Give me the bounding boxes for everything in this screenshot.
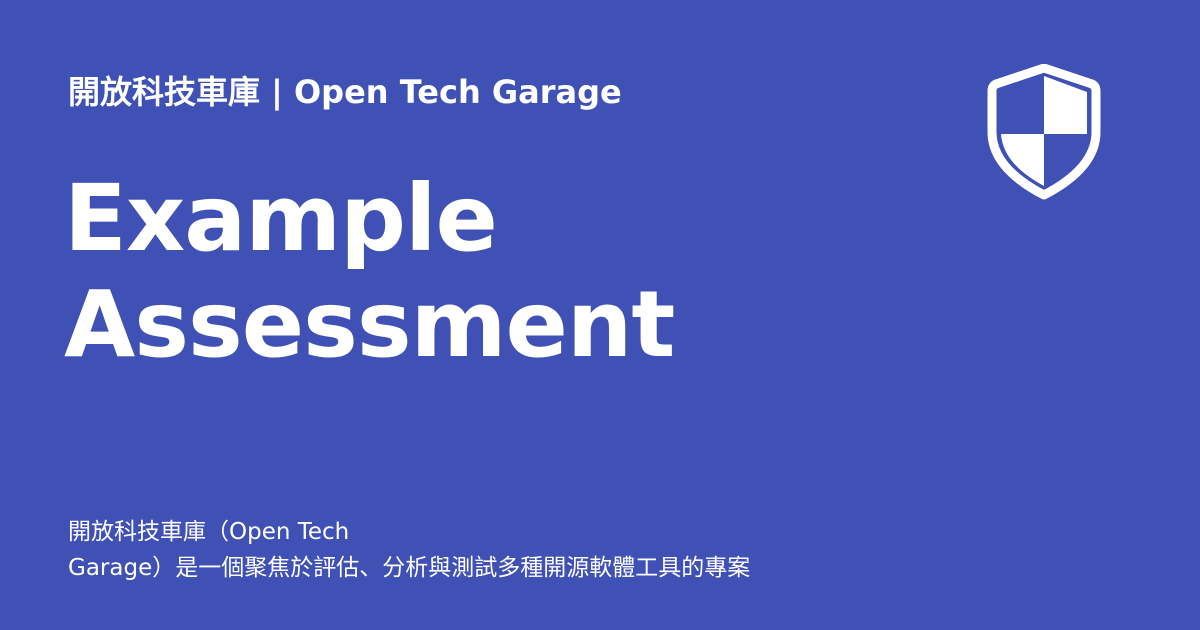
page-title: Example Assessment (64, 165, 675, 378)
page-title-line-2: Assessment (64, 271, 675, 378)
project-description-line-2: Garage）是一個聚焦於評估、分析與測試多種開源軟體工具的專案 (68, 555, 751, 581)
page-title-line-1: Example (64, 165, 498, 272)
project-description: 開放科技車庫（Open Tech Garage）是一個聚焦於評估、分析與測試多種… (68, 514, 928, 586)
brand-name: 開放科技車庫 | Open Tech Garage (68, 73, 622, 111)
project-description-line-1: 開放科技車庫（Open Tech (68, 519, 350, 545)
shield-icon (987, 64, 1101, 200)
